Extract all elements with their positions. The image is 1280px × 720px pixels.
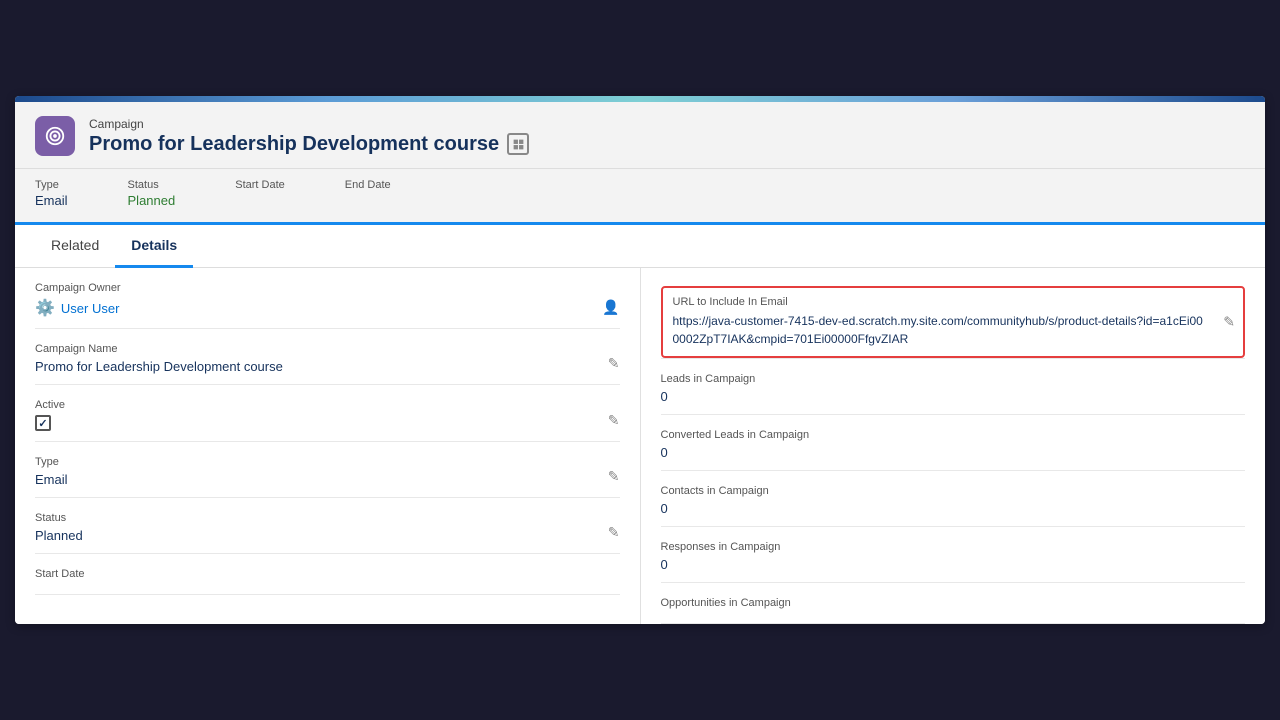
opportunities-field: Opportunities in Campaign [661, 583, 1246, 624]
header-text-area: Campaign Promo for Leadership Developmen… [89, 117, 1245, 156]
type-label: Type [35, 179, 68, 191]
leads-label: Leads in Campaign [661, 373, 1246, 385]
tab-bar: Related Details [15, 225, 1265, 268]
type-value: Email [35, 193, 68, 208]
contacts-field: Contacts in Campaign 0 [661, 471, 1246, 527]
breadcrumb: Campaign [89, 117, 1245, 131]
active-label: Active [35, 399, 620, 411]
start-date-field: Start Date [35, 554, 620, 595]
end-date-field-summary: End Date [345, 179, 391, 208]
edit-url-icon[interactable]: ✎ [1223, 314, 1235, 331]
type-field-summary: Type Email [35, 179, 68, 208]
status-field: Status Planned ✎ [35, 498, 620, 554]
left-column: Campaign Owner ⚙️ User User 👤 Campaign N… [35, 268, 641, 624]
edit-status-icon[interactable]: ✎ [608, 524, 620, 541]
status-field-label: Status [35, 512, 620, 524]
active-value [35, 415, 620, 431]
change-record-type-button[interactable] [507, 133, 529, 155]
type-field-label: Type [35, 456, 620, 468]
campaign-owner-value: ⚙️ User User [35, 298, 620, 318]
responses-field: Responses in Campaign 0 [661, 527, 1246, 583]
right-column: URL to Include In Email https://java-cus… [641, 268, 1246, 624]
converted-leads-value: 0 [661, 445, 1246, 460]
record-header: Campaign Promo for Leadership Developmen… [15, 102, 1265, 169]
start-date-label: Start Date [235, 179, 285, 191]
assign-owner-icon[interactable]: 👤 [602, 299, 619, 316]
url-field-highlighted: URL to Include In Email https://java-cus… [661, 286, 1246, 358]
end-date-label: End Date [345, 179, 391, 191]
campaign-name-field: Campaign Name Promo for Leadership Devel… [35, 329, 620, 385]
contacts-value: 0 [661, 501, 1246, 516]
contacts-label: Contacts in Campaign [661, 485, 1246, 497]
converted-leads-field: Converted Leads in Campaign 0 [661, 415, 1246, 471]
tab-related[interactable]: Related [35, 225, 115, 268]
campaign-name-label: Campaign Name [35, 343, 620, 355]
start-date-field-label: Start Date [35, 568, 620, 580]
tab-details[interactable]: Details [115, 225, 193, 268]
campaign-owner-label: Campaign Owner [35, 282, 620, 294]
active-field: Active ✎ [35, 385, 620, 442]
campaign-name-value: Promo for Leadership Development course [35, 359, 620, 374]
status-field-summary: Status Planned [128, 179, 176, 208]
opportunities-label: Opportunities in Campaign [661, 597, 1246, 609]
type-field-value: Email [35, 472, 620, 487]
leads-value: 0 [661, 389, 1246, 404]
leads-field: Leads in Campaign 0 [661, 359, 1246, 415]
app-window: Campaign Promo for Leadership Developmen… [15, 96, 1265, 624]
owner-link[interactable]: User User [61, 301, 120, 316]
edit-campaign-name-icon[interactable]: ✎ [608, 355, 620, 372]
converted-leads-label: Converted Leads in Campaign [661, 429, 1246, 441]
edit-active-icon[interactable]: ✎ [608, 412, 620, 429]
url-field-value: https://java-customer-7415-dev-ed.scratc… [673, 312, 1234, 348]
campaign-icon [35, 116, 75, 156]
active-checkbox[interactable] [35, 415, 51, 431]
status-label: Status [128, 179, 176, 191]
owner-avatar-icon: ⚙️ [35, 298, 55, 318]
responses-value: 0 [661, 557, 1246, 572]
detail-content: Campaign Owner ⚙️ User User 👤 Campaign N… [15, 268, 1265, 624]
page-title: Promo for Leadership Development course [89, 133, 1245, 156]
url-field-row: URL to Include In Email https://java-cus… [661, 268, 1246, 359]
status-value: Planned [128, 193, 176, 208]
edit-type-icon[interactable]: ✎ [608, 468, 620, 485]
page-title-text: Promo for Leadership Development course [89, 133, 499, 156]
fields-bar: Type Email Status Planned Start Date End… [15, 169, 1265, 225]
url-field-label: URL to Include In Email [673, 296, 1234, 308]
responses-label: Responses in Campaign [661, 541, 1246, 553]
status-field-value: Planned [35, 528, 620, 543]
campaign-owner-field: Campaign Owner ⚙️ User User 👤 [35, 268, 620, 329]
start-date-field-summary: Start Date [235, 179, 285, 208]
type-field: Type Email ✎ [35, 442, 620, 498]
